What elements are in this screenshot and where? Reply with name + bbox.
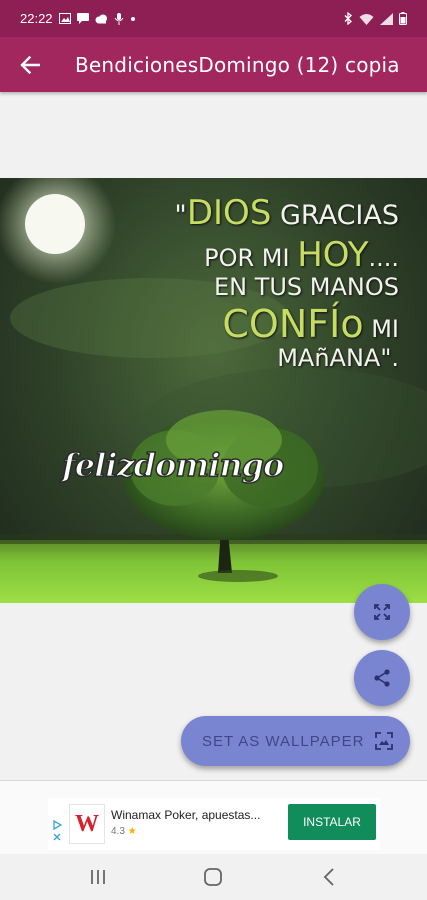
wifi-icon bbox=[359, 13, 374, 25]
quote-line-3: EN TUS MANOS bbox=[213, 273, 399, 302]
ad-choices-badge[interactable] bbox=[52, 820, 62, 842]
wallpaper-icon bbox=[375, 732, 394, 750]
status-left: 22:22 bbox=[20, 11, 136, 26]
ad-text: Winamax Poker, apuestas... 4.3 ★ bbox=[111, 808, 260, 837]
page-title: BendicionesDomingo (12) copia bbox=[75, 52, 400, 77]
status-time: 22:22 bbox=[20, 11, 53, 26]
ad-banner[interactable]: W Winamax Poker, apuestas... 4.3 ★ INSTA… bbox=[48, 798, 380, 850]
fullscreen-button[interactable] bbox=[354, 584, 410, 640]
status-bar: 22:22 bbox=[0, 0, 427, 37]
home-button[interactable] bbox=[193, 857, 233, 897]
feliz-domingo-text: felizdomingo bbox=[61, 445, 285, 485]
ad-install-button[interactable]: INSTALAR bbox=[288, 804, 376, 840]
quote-line-1: "DIOS GRACIAS bbox=[174, 193, 399, 233]
ad-title: Winamax Poker, apuestas... bbox=[111, 808, 261, 822]
set-as-wallpaper-label: SET AS WALLPAPER bbox=[202, 732, 365, 750]
share-icon bbox=[374, 669, 390, 687]
back-button[interactable] bbox=[0, 37, 60, 92]
fullscreen-icon bbox=[374, 604, 390, 620]
cloud-icon bbox=[95, 14, 107, 23]
ad-rating: 4.3 ★ bbox=[111, 826, 137, 837]
back-icon bbox=[323, 868, 334, 886]
quote-line-2: POR MI HOY.... bbox=[204, 234, 399, 275]
set-as-wallpaper-button[interactable]: SET AS WALLPAPER bbox=[181, 716, 410, 766]
status-right bbox=[344, 12, 407, 25]
quote-line-4: CONFÍo MI bbox=[222, 301, 399, 346]
app-bar: BendicionesDomingo (12) copia bbox=[0, 37, 427, 92]
message-icon bbox=[76, 13, 89, 24]
dot-icon bbox=[130, 16, 135, 21]
share-button[interactable] bbox=[354, 650, 410, 706]
nav-bar bbox=[0, 854, 427, 900]
signal-icon bbox=[380, 12, 393, 25]
recents-button[interactable] bbox=[78, 857, 118, 897]
ad-close-icon bbox=[53, 833, 61, 841]
image-icon bbox=[58, 13, 71, 24]
nav-back-button[interactable] bbox=[309, 857, 349, 897]
quote-line-5: MAñANA". bbox=[277, 344, 399, 373]
bluetooth-icon bbox=[344, 12, 352, 25]
quote-text: "DIOS GRACIAS POR MI HOY.... EN TUS MANO… bbox=[129, 193, 399, 373]
battery-icon bbox=[399, 12, 407, 25]
ad-choices-icon bbox=[53, 820, 62, 830]
home-icon bbox=[204, 868, 223, 886]
recents-icon bbox=[90, 870, 105, 884]
arrow-left-icon bbox=[20, 55, 40, 74]
mic-off-icon bbox=[114, 12, 123, 25]
wallpaper-image[interactable]: "DIOS GRACIAS POR MI HOY.... EN TUS MANO… bbox=[0, 178, 427, 603]
ad-app-logo: W bbox=[69, 804, 105, 844]
star-icon: ★ bbox=[127, 826, 137, 837]
ad-area: W Winamax Poker, apuestas... 4.3 ★ INSTA… bbox=[0, 781, 427, 854]
